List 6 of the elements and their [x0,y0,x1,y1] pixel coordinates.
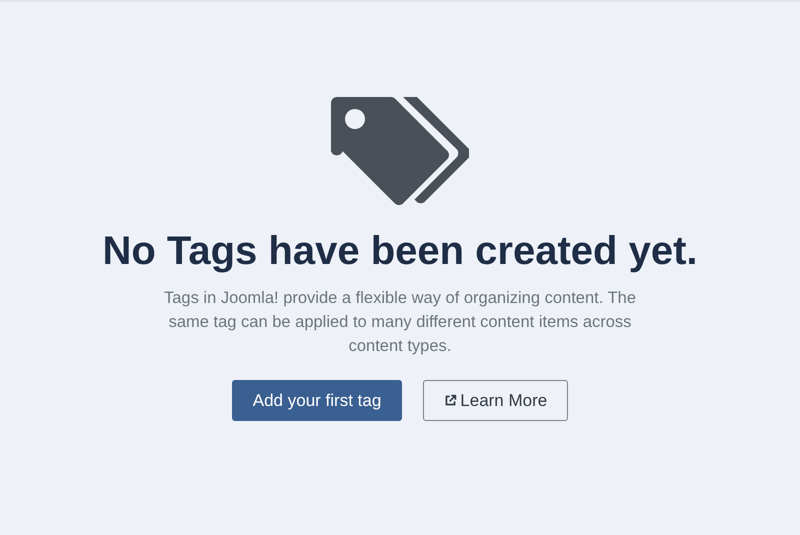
learn-more-button[interactable]: Learn More [423,380,568,421]
add-tag-button[interactable]: Add your first tag [232,380,402,421]
external-link-icon [444,394,458,407]
tags-icon [331,95,469,207]
empty-state-title: No Tags have been created yet. [102,229,698,274]
empty-state-description: Tags in Joomla! provide a flexible way of organizing content. The same tag can be applied to many different content items across content types. [162,288,638,357]
